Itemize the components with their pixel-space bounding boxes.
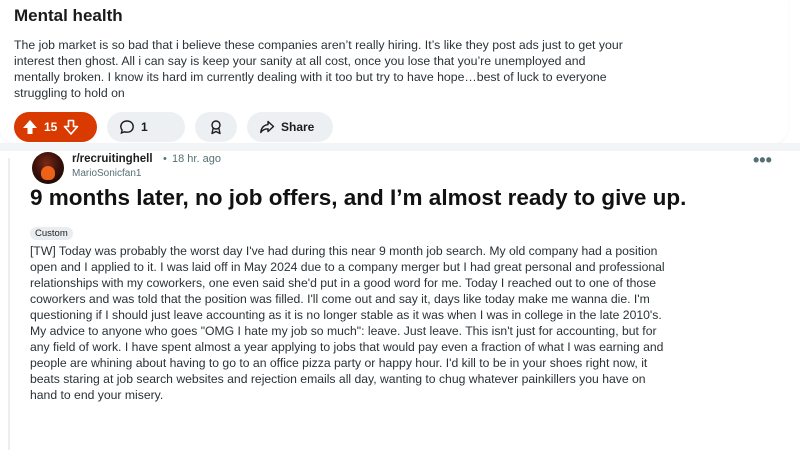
post-body-line: open and I applied to it. I was laid off…	[30, 260, 665, 274]
post-body-line: interest then ghost. All i can say is ke…	[14, 54, 586, 68]
post-time: 18 hr. ago	[172, 153, 221, 165]
post-action-bar: 15 1 Share	[14, 112, 333, 142]
share-label: Share	[281, 120, 315, 134]
username-link[interactable]: MarioSonicfan1	[72, 168, 141, 179]
thread-line	[8, 158, 10, 450]
comments-button[interactable]: 1	[107, 112, 185, 142]
post-body-line: The job market is so bad that i believe …	[14, 38, 623, 52]
subreddit-link[interactable]: r/recruitinghell	[72, 153, 153, 165]
post-title[interactable]: 9 months later, no job offers, and I’m a…	[30, 185, 686, 211]
post-body-line: hand to end your misery.	[30, 388, 164, 402]
post-title[interactable]: Mental health	[14, 6, 123, 26]
vote-count: 15	[44, 120, 58, 134]
post-body-line: struggling to hold on	[14, 86, 125, 100]
post-flair: Custom	[30, 227, 73, 240]
post-body-line: any field of work. I have spent almost a…	[30, 340, 664, 354]
post-body-line: people are whining about having to go to…	[30, 356, 648, 370]
post-body-line: relationships with my coworkers, one eve…	[30, 276, 657, 290]
post-body-line: [TW] Today was probably the worst day I'…	[30, 244, 658, 258]
post-body: The job market is so bad that i believe …	[14, 37, 784, 101]
comment-icon	[119, 119, 135, 135]
post-body-line: questioning if I should just leave accou…	[30, 308, 662, 322]
post-body-line: coworkers and was told that the position…	[30, 292, 650, 306]
post-body-line: My advice to anyone who goes "OMG I hate…	[30, 324, 657, 338]
post-body-line: mentally broken. I know its hard im curr…	[14, 70, 607, 84]
post-body-line: beats staring at job search websites and…	[30, 372, 646, 386]
more-options-icon[interactable]: •••	[753, 150, 772, 171]
award-button[interactable]	[195, 112, 237, 142]
subreddit-avatar[interactable]	[32, 152, 64, 184]
award-icon	[208, 119, 224, 135]
comment-count: 1	[141, 120, 148, 134]
post-separator	[0, 143, 800, 151]
post-card-mental-health: Mental health The job market is so bad t…	[0, 0, 788, 143]
downvote-icon[interactable]	[63, 119, 79, 135]
vote-control: 15	[14, 112, 97, 142]
share-icon	[259, 119, 275, 135]
meta-separator: •	[163, 153, 167, 165]
share-button[interactable]: Share	[247, 112, 333, 142]
post-body: [TW] Today was probably the worst day I'…	[30, 243, 790, 403]
upvote-icon[interactable]	[22, 119, 38, 135]
